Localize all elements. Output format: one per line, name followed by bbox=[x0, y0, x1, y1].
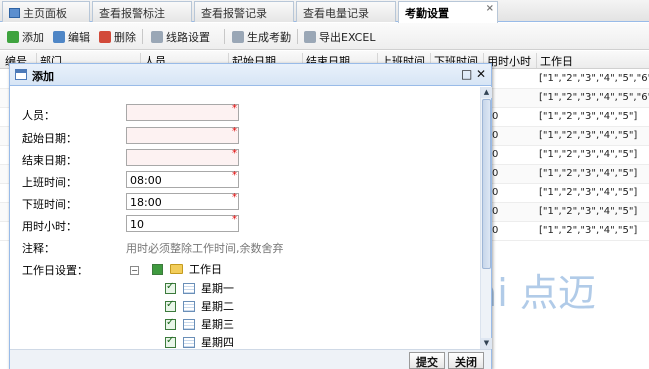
scroll-thumb[interactable] bbox=[482, 99, 491, 269]
tree-item-tuesday[interactable]: 星期二 bbox=[165, 298, 234, 314]
collapse-icon[interactable]: − bbox=[130, 266, 139, 275]
tree-checkbox[interactable] bbox=[152, 264, 163, 275]
edit-icon bbox=[53, 31, 65, 43]
add-button[interactable]: 添加 bbox=[7, 29, 44, 45]
cell-hours: 0 bbox=[492, 225, 499, 236]
tab-alarm-marks[interactable]: 查看报警标注 bbox=[92, 1, 192, 22]
delete-button[interactable]: 删除 bbox=[99, 29, 136, 45]
submit-button[interactable]: 提交 bbox=[409, 352, 445, 369]
export-excel-button[interactable]: 导出EXCEL bbox=[304, 29, 375, 45]
tree-checkbox[interactable] bbox=[165, 299, 176, 312]
cell-workdays: ["1","2","3","4","5"] bbox=[539, 149, 638, 160]
generate-icon bbox=[232, 31, 244, 43]
hours-field[interactable]: 10 bbox=[126, 215, 239, 232]
end-date-label: 结束日期： bbox=[22, 154, 77, 167]
dialog-footer: 提交 关闭 bbox=[10, 349, 491, 369]
cell-workdays: ["1","2","3","4","5"] bbox=[539, 168, 638, 179]
hours-label: 用时小时： bbox=[22, 220, 77, 233]
tab-close-icon[interactable]: × bbox=[486, 3, 494, 14]
add-icon bbox=[7, 31, 19, 43]
col-workdays[interactable]: 工作日 bbox=[536, 53, 573, 68]
on-time-field[interactable]: 08:00 bbox=[126, 171, 239, 188]
scroll-up-icon[interactable]: ▲ bbox=[481, 87, 492, 98]
tab-bar: 主页面板 查看报警标注 查看报警记录 查看电量记录 考勤设置 × bbox=[0, 0, 649, 23]
cell-workdays: ["1","2","3","4","5"] bbox=[539, 130, 638, 141]
end-date-field[interactable] bbox=[126, 149, 239, 166]
toolbar-separator bbox=[142, 29, 143, 44]
required-mark: * bbox=[232, 126, 237, 137]
tree-checkbox[interactable] bbox=[165, 335, 176, 348]
dialog-title: 添加 bbox=[32, 70, 54, 83]
tree-item-thursday[interactable]: 星期四 bbox=[165, 334, 234, 349]
route-settings-button[interactable]: 线路设置 bbox=[151, 29, 210, 45]
workday-label: 工作日设置： bbox=[22, 264, 88, 277]
tree-checkbox[interactable] bbox=[165, 317, 176, 330]
dialog-titlebar[interactable]: 添加 □ ✕ bbox=[10, 64, 491, 86]
tab-attendance-settings[interactable]: 考勤设置 × bbox=[398, 1, 498, 23]
cell-workdays: ["1","2","3","4","5","6","7"] bbox=[539, 73, 649, 84]
note-label: 注释： bbox=[22, 242, 55, 255]
start-date-field[interactable] bbox=[126, 127, 239, 144]
cell-hours: 0 bbox=[492, 111, 499, 122]
tab-alarm-records[interactable]: 查看报警记录 bbox=[194, 1, 294, 22]
dialog-scrollbar[interactable]: ▲ ▼ bbox=[480, 87, 492, 349]
calendar-icon bbox=[182, 283, 195, 294]
cell-workdays: ["1","2","3","4","5"] bbox=[539, 111, 638, 122]
cell-hours: 0 bbox=[492, 168, 499, 179]
toolbar-separator bbox=[297, 29, 298, 44]
start-date-label: 起始日期： bbox=[22, 132, 77, 145]
tree-item-monday[interactable]: 星期一 bbox=[165, 280, 234, 296]
cell-workdays: ["1","2","3","4","5","6","7"] bbox=[539, 92, 649, 103]
required-mark: * bbox=[232, 214, 237, 225]
edit-button[interactable]: 编辑 bbox=[53, 29, 90, 45]
required-mark: * bbox=[232, 148, 237, 159]
add-dialog: 添加 □ ✕ 人员： * 起始日期： * 结束日期： * 上班时间： 08:00… bbox=[9, 63, 492, 369]
person-label: 人员： bbox=[22, 109, 55, 122]
home-icon bbox=[9, 8, 20, 18]
calendar-icon bbox=[182, 337, 195, 348]
tree-item-wednesday[interactable]: 星期三 bbox=[165, 316, 234, 332]
cell-workdays: ["1","2","3","4","5"] bbox=[539, 225, 638, 236]
toolbar: 添加 编辑 删除 线路设置 生成考勤 导出EXCEL bbox=[0, 23, 649, 50]
cell-workdays: ["1","2","3","4","5"] bbox=[539, 187, 638, 198]
cell-hours: 0 bbox=[492, 130, 499, 141]
on-time-label: 上班时间： bbox=[22, 176, 77, 189]
tree-checkbox[interactable] bbox=[165, 281, 176, 294]
required-mark: * bbox=[232, 192, 237, 203]
required-mark: * bbox=[232, 170, 237, 181]
calendar-icon bbox=[182, 319, 195, 330]
maximize-icon[interactable]: □ bbox=[461, 67, 472, 81]
window-icon bbox=[15, 69, 27, 80]
note-text: 用时必须整除工作时间,余数舍弃 bbox=[126, 242, 284, 255]
route-icon bbox=[151, 31, 163, 43]
delete-icon bbox=[99, 31, 111, 43]
calendar-icon bbox=[182, 301, 195, 312]
scroll-down-icon[interactable]: ▼ bbox=[481, 338, 492, 349]
off-time-label: 下班时间： bbox=[22, 198, 77, 211]
cell-hours: 0 bbox=[492, 187, 499, 198]
cell-hours: 0 bbox=[492, 149, 499, 160]
close-icon[interactable]: ✕ bbox=[476, 67, 486, 81]
cell-hours: 0 bbox=[492, 206, 499, 217]
toolbar-separator bbox=[224, 29, 225, 44]
tree-root[interactable]: − 工作日 bbox=[130, 261, 222, 277]
person-field[interactable] bbox=[126, 104, 239, 121]
cell-workdays: ["1","2","3","4","5"] bbox=[539, 206, 638, 217]
folder-icon bbox=[169, 264, 183, 274]
dialog-form: 人员： * 起始日期： * 结束日期： * 上班时间： 08:00 * 下班时间… bbox=[10, 87, 480, 349]
generate-attendance-button[interactable]: 生成考勤 bbox=[232, 29, 291, 45]
export-icon bbox=[304, 31, 316, 43]
tab-home[interactable]: 主页面板 bbox=[2, 1, 90, 22]
required-mark: * bbox=[232, 103, 237, 114]
tab-power-records[interactable]: 查看电量记录 bbox=[296, 1, 396, 22]
off-time-field[interactable]: 18:00 bbox=[126, 193, 239, 210]
close-button[interactable]: 关闭 bbox=[448, 352, 484, 369]
